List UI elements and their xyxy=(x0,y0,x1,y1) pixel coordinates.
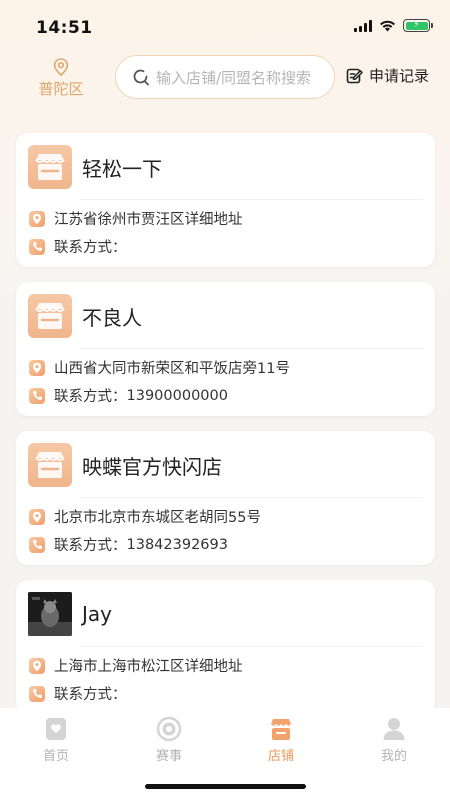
store-header: 不良人 xyxy=(28,294,423,338)
store-icon xyxy=(28,145,72,189)
store-contact: 联系方式： xyxy=(29,683,127,704)
phone-icon xyxy=(29,536,45,553)
store-card[interactable]: 轻松一下 江苏省徐州市贾汪区详细地址 联系方式： xyxy=(16,133,435,267)
store-name: 不良人 xyxy=(82,305,142,330)
store-icon xyxy=(28,294,72,338)
location-icon xyxy=(29,210,45,227)
heart-card-icon xyxy=(46,718,66,740)
contact-label: 联系方式： xyxy=(54,389,127,405)
district-label: 普陀区 xyxy=(38,80,84,98)
address-text: 上海市上海市松江区详细地址 xyxy=(54,659,243,675)
store-header: Jay xyxy=(28,592,423,636)
location-pin-icon xyxy=(53,58,69,76)
target-icon xyxy=(156,716,182,742)
tab-label: 首页 xyxy=(42,749,69,764)
store-contact: 联系方式： 13900000000 xyxy=(29,385,228,406)
apply-records-button[interactable]: 申请记录 xyxy=(346,65,429,86)
phone-icon xyxy=(29,387,45,404)
store-header: 映蝶官方快闪店 xyxy=(28,443,423,487)
store-photo xyxy=(28,592,72,636)
tab-label: 我的 xyxy=(380,749,407,764)
district-selector[interactable]: 普陀区 xyxy=(28,58,94,99)
store-card[interactable]: 不良人 山西省大同市新荣区和平饭店旁11号 联系方式： 13900000000 xyxy=(16,282,435,416)
divider xyxy=(80,646,423,647)
store-name: Jay xyxy=(82,602,112,626)
divider xyxy=(80,199,423,200)
phone-icon xyxy=(29,685,45,702)
tab-stores[interactable]: 店铺 xyxy=(251,716,311,764)
store-contact: 联系方式： 13842392693 xyxy=(29,534,228,555)
header: 普陀区 输入店铺/同盟名称搜索 申请记录 xyxy=(0,52,450,112)
store-card[interactable]: 映蝶官方快闪店 北京市北京市东城区老胡同55号 联系方式： 1384239269… xyxy=(16,431,435,565)
phone-icon xyxy=(29,238,45,255)
store-address: 山西省大同市新荣区和平饭店旁11号 xyxy=(29,357,290,378)
tab-label: 赛事 xyxy=(155,749,182,764)
store-address: 上海市上海市松江区详细地址 xyxy=(29,655,243,676)
search-placeholder: 输入店铺/同盟名称搜索 xyxy=(156,68,312,87)
location-icon xyxy=(29,359,45,376)
contact-label: 联系方式： xyxy=(54,240,127,256)
location-icon xyxy=(29,657,45,674)
store-address: 北京市北京市东城区老胡同55号 xyxy=(29,506,261,527)
address-text: 江苏省徐州市贾汪区详细地址 xyxy=(54,212,243,228)
contact-label: 联系方式： xyxy=(54,687,127,703)
person-icon xyxy=(383,718,405,740)
divider xyxy=(80,348,423,349)
tab-mine[interactable]: 我的 xyxy=(364,716,424,764)
address-text: 山西省大同市新荣区和平饭店旁11号 xyxy=(54,361,290,377)
home-indicator xyxy=(145,784,306,789)
store-header: 轻松一下 xyxy=(28,145,423,189)
store-name: 轻松一下 xyxy=(82,156,162,181)
store-card[interactable]: Jay 上海市上海市松江区详细地址 联系方式： xyxy=(16,580,435,714)
contact-phone[interactable]: 13900000000 xyxy=(127,388,228,404)
store-address: 江苏省徐州市贾汪区详细地址 xyxy=(29,208,243,229)
store-icon xyxy=(28,443,72,487)
store-contact: 联系方式： xyxy=(29,236,127,257)
status-time: 14:51 xyxy=(36,18,93,38)
search-icon xyxy=(133,69,149,86)
search-input[interactable]: 输入店铺/同盟名称搜索 xyxy=(115,55,335,99)
apply-records-label: 申请记录 xyxy=(369,67,430,85)
tab-events[interactable]: 赛事 xyxy=(139,716,199,764)
address-text: 北京市北京市东城区老胡同55号 xyxy=(54,510,261,526)
contact-phone[interactable]: 13842392693 xyxy=(127,537,228,553)
battery-icon: ⚡ xyxy=(403,19,433,32)
status-icons: ⚡ xyxy=(354,19,433,32)
store-icon xyxy=(271,719,291,740)
location-icon xyxy=(29,508,45,525)
edit-note-icon xyxy=(346,68,363,83)
divider xyxy=(80,497,423,498)
wifi-icon xyxy=(380,20,395,31)
cellular-signal-icon xyxy=(354,19,372,32)
contact-label: 联系方式： xyxy=(54,538,127,554)
status-bar: 14:51 ⚡ xyxy=(0,0,450,52)
tab-home[interactable]: 首页 xyxy=(26,716,86,764)
tab-label: 店铺 xyxy=(267,749,294,764)
store-name: 映蝶官方快闪店 xyxy=(82,454,222,479)
